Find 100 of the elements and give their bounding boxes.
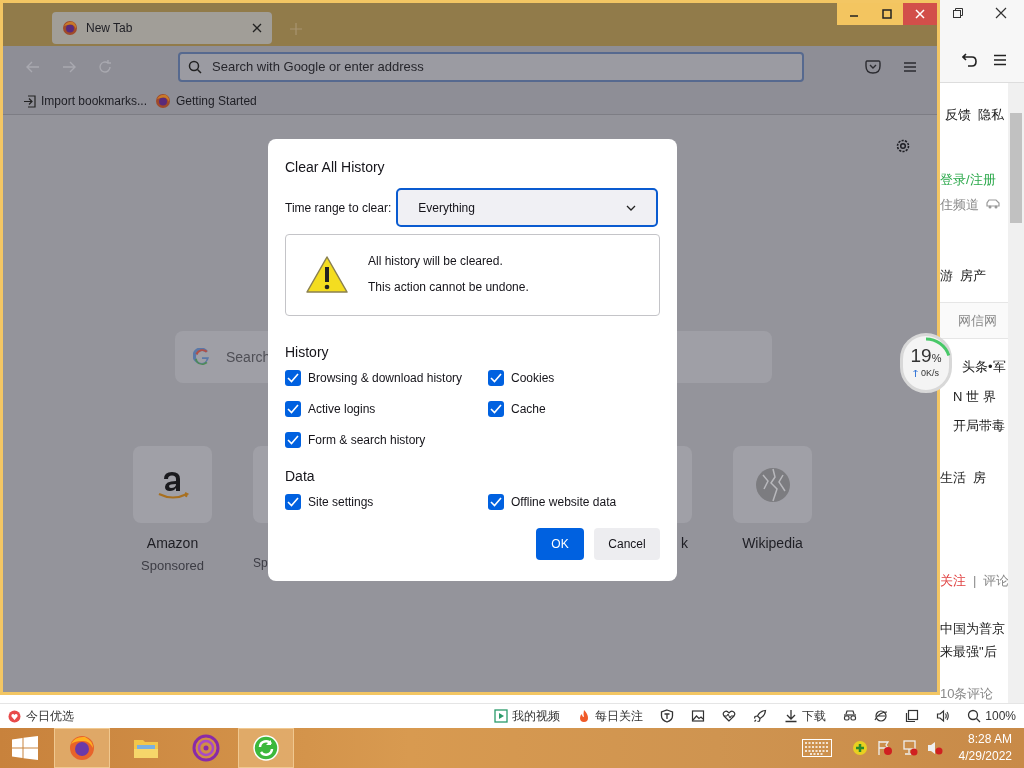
checkbox-option[interactable]: Form & search history xyxy=(285,431,488,448)
warning-text: All history will be cleared. xyxy=(368,253,504,270)
site-tile[interactable] xyxy=(133,446,212,523)
site-title: k xyxy=(681,534,689,553)
close-button[interactable] xyxy=(903,3,937,25)
page-text: 评论 xyxy=(983,572,1010,590)
checkbox[interactable] xyxy=(488,493,504,510)
status-item[interactable]: 每日关注 xyxy=(577,707,644,725)
heart-pulse-icon[interactable] xyxy=(722,709,737,723)
time-range-dropdown[interactable]: Everything xyxy=(396,188,659,227)
page-text: 房 xyxy=(973,468,986,487)
checkmark-icon xyxy=(287,403,299,414)
flag-error-icon[interactable] xyxy=(876,740,893,756)
menu-icon[interactable] xyxy=(993,53,1007,66)
checkbox-option[interactable]: Cache xyxy=(488,400,660,417)
checkbox[interactable] xyxy=(285,431,301,448)
glasses-icon[interactable] xyxy=(843,709,858,723)
checkbox-option[interactable]: Active logins xyxy=(285,400,488,417)
warning-icon xyxy=(305,255,349,295)
network-speed: 0K/s xyxy=(921,366,939,380)
firefox-icon xyxy=(68,734,96,762)
scrollbar-thumb[interactable] xyxy=(1010,112,1022,223)
status-item[interactable]: 100% xyxy=(967,707,1016,725)
page-text: 来最强"后 xyxy=(940,643,997,661)
field-label: Time range to clear: xyxy=(285,199,392,217)
close-icon[interactable] xyxy=(995,7,1007,20)
page-text: 反馈 xyxy=(945,105,971,124)
page-text: 开局带毒 xyxy=(953,417,1005,435)
warning-text: This action cannot be undone. xyxy=(368,279,529,296)
zoom-icon xyxy=(967,709,982,723)
checkbox[interactable] xyxy=(488,369,504,386)
page-text: 中国为普京 xyxy=(940,619,1005,638)
address-placeholder: Search with Google or enter address xyxy=(212,58,424,77)
shield-plus-icon[interactable] xyxy=(851,740,868,756)
page-text: 住频道 xyxy=(940,195,979,214)
globe-icon[interactable] xyxy=(874,709,889,723)
page-text: 网信网 xyxy=(958,311,997,330)
search-placeholder: Search xyxy=(226,347,271,367)
import-icon xyxy=(23,94,36,108)
browser-tab[interactable]: New Tab xyxy=(52,12,272,44)
ok-button[interactable]: OK xyxy=(536,528,584,560)
shield-icon[interactable] xyxy=(660,709,675,723)
firefox-icon xyxy=(62,20,78,36)
address-bar[interactable]: Search with Google or enter address xyxy=(178,52,804,82)
page-text: 游 xyxy=(940,267,953,285)
close-icon[interactable] xyxy=(252,23,262,33)
checkbox-option[interactable]: Site settings xyxy=(285,493,488,510)
section-heading: Data xyxy=(285,467,316,486)
site-title: Amazon xyxy=(146,534,199,553)
checkbox[interactable] xyxy=(285,493,301,510)
checkmark-icon xyxy=(287,496,299,507)
pocket-icon[interactable] xyxy=(865,60,881,74)
scrollbar[interactable] xyxy=(1008,82,1024,703)
car-icon xyxy=(986,199,1000,210)
refresh-icon xyxy=(252,734,280,762)
checkbox[interactable] xyxy=(285,369,301,386)
status-item[interactable]: 我的视频 xyxy=(494,707,561,725)
page-text: 关注 xyxy=(940,572,966,590)
settings-icon[interactable] xyxy=(894,137,912,155)
google-icon xyxy=(193,348,211,366)
bookmark-item[interactable]: Getting Started xyxy=(155,92,257,110)
page-text: 房产 xyxy=(960,267,986,285)
windows-icon[interactable] xyxy=(905,709,920,723)
play-icon xyxy=(494,709,509,723)
volume-muted-icon[interactable] xyxy=(926,740,943,756)
rocket-icon[interactable] xyxy=(753,709,768,723)
dialog-title: Clear All History xyxy=(285,158,386,177)
checkmark-icon xyxy=(490,496,502,507)
undo-icon[interactable] xyxy=(962,52,978,67)
page-text: 登录/注册 xyxy=(940,171,996,189)
image-icon[interactable] xyxy=(691,709,706,723)
status-link[interactable]: 今日优选 xyxy=(8,707,74,725)
taskbar-app-button[interactable] xyxy=(238,728,294,768)
site-tile[interactable] xyxy=(733,446,812,523)
checkbox-option[interactable]: Offline website data xyxy=(488,493,660,510)
checkbox[interactable] xyxy=(285,400,301,417)
restore-icon[interactable] xyxy=(953,8,963,19)
checkbox-option[interactable]: Browsing & download history xyxy=(285,369,488,386)
clock-date: 4/29/2022 xyxy=(958,748,1012,765)
speaker-icon[interactable] xyxy=(936,709,951,723)
firefox-icon xyxy=(155,93,172,109)
page-text: 生活 xyxy=(940,468,966,487)
checkbox[interactable] xyxy=(488,400,504,417)
status-item[interactable]: 下载 xyxy=(784,707,827,725)
checkmark-icon xyxy=(490,403,502,414)
bookmark-item[interactable]: Import bookmarks... xyxy=(23,92,148,110)
upload-arrow-icon xyxy=(913,369,918,378)
network-error-icon[interactable] xyxy=(901,740,918,756)
clock-time: 8:28 AM xyxy=(967,731,1012,748)
windows-logo-icon[interactable] xyxy=(12,736,38,760)
checkmark-icon xyxy=(287,434,299,445)
checkbox-option[interactable]: Cookies xyxy=(488,369,660,386)
page-text: 10条评论 xyxy=(940,684,994,703)
download-icon xyxy=(784,709,799,723)
cancel-button[interactable]: Cancel xyxy=(594,528,660,560)
usage-unit: % xyxy=(931,352,942,366)
taskbar-app-button[interactable] xyxy=(54,728,110,768)
site-sponsored-label: Sponsored xyxy=(141,557,204,575)
checkmark-icon xyxy=(490,372,502,383)
keyboard-icon[interactable] xyxy=(801,739,832,757)
